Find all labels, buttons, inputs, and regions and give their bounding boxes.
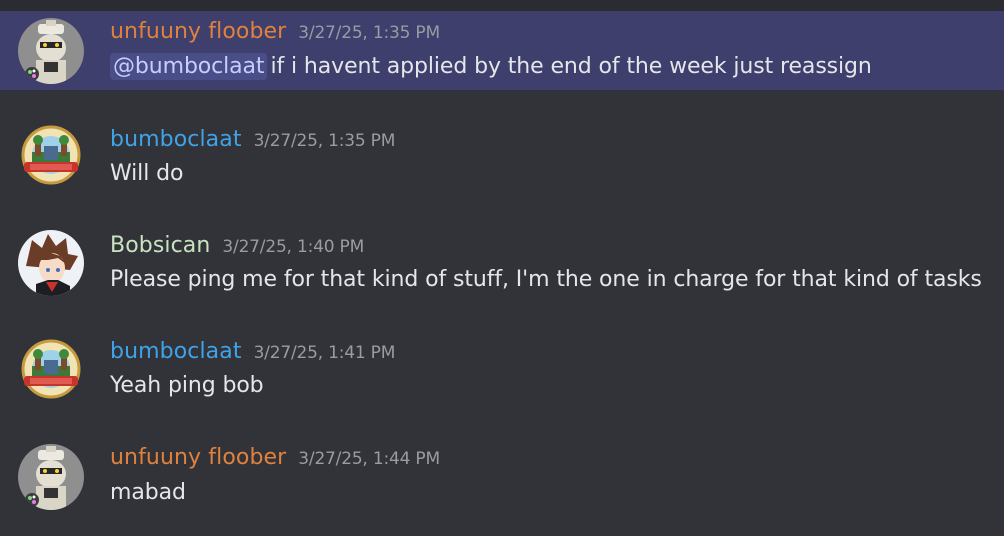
message-text: if i havent applied by the end of the we…	[270, 54, 872, 79]
message-content: @bumboclaat if i havent applied by the en…	[110, 53, 872, 80]
message-header: unfuuny floober 3/27/25, 1:35 PM	[110, 19, 440, 44]
message-item[interactable]: unfuuny floober 3/27/25, 1:44 PM mabad	[0, 440, 1004, 530]
author-name[interactable]: bumboclaat	[110, 127, 242, 152]
user-mention[interactable]: @bumboclaat	[110, 53, 268, 80]
timestamp[interactable]: 3/27/25, 1:35 PM	[298, 23, 440, 43]
message-header: bumboclaat 3/27/25, 1:41 PM	[110, 339, 395, 364]
message-item[interactable]: bumboclaat 3/27/25, 1:41 PM Yeah ping bob	[0, 334, 1004, 414]
message-text: mabad	[110, 480, 186, 505]
message-text: Yeah ping bob	[110, 373, 264, 398]
message-header: bumboclaat 3/27/25, 1:35 PM	[110, 127, 395, 152]
message-content: mabad	[110, 480, 186, 505]
message-text: Please ping me for that kind of stuff, I…	[110, 267, 982, 292]
robot-avatar-icon[interactable]	[18, 18, 84, 84]
chat-message-list: unfuuny floober 3/27/25, 1:35 PM @bumbocl…	[0, 0, 1004, 536]
top-divider	[0, 0, 1004, 11]
message-content: Will do	[110, 161, 183, 186]
message-content: Please ping me for that kind of stuff, I…	[110, 267, 982, 292]
crest-avatar-icon[interactable]	[18, 122, 84, 188]
message-content: Yeah ping bob	[110, 373, 264, 398]
message-header: unfuuny floober 3/27/25, 1:44 PM	[110, 445, 440, 470]
author-name[interactable]: unfuuny floober	[110, 19, 286, 44]
timestamp[interactable]: 3/27/25, 1:40 PM	[222, 237, 364, 257]
message-text: Will do	[110, 161, 184, 186]
author-name[interactable]: unfuuny floober	[110, 445, 286, 470]
author-name[interactable]: Bobsican	[110, 233, 210, 258]
timestamp[interactable]: 3/27/25, 1:35 PM	[254, 131, 396, 151]
message-header: Bobsican 3/27/25, 1:40 PM	[110, 233, 364, 258]
message-item[interactable]: unfuuny floober 3/27/25, 1:35 PM @bumbocl…	[0, 11, 1004, 90]
author-name[interactable]: bumboclaat	[110, 339, 242, 364]
timestamp[interactable]: 3/27/25, 1:44 PM	[298, 449, 440, 469]
message-item[interactable]: Bobsican 3/27/25, 1:40 PM Please ping me …	[0, 227, 1004, 307]
crest-avatar-icon[interactable]	[18, 336, 84, 402]
anime-avatar-icon[interactable]	[18, 230, 84, 296]
message-item[interactable]: bumboclaat 3/27/25, 1:35 PM Will do	[0, 120, 1004, 200]
robot-avatar-icon[interactable]	[18, 444, 84, 510]
timestamp[interactable]: 3/27/25, 1:41 PM	[254, 343, 396, 363]
